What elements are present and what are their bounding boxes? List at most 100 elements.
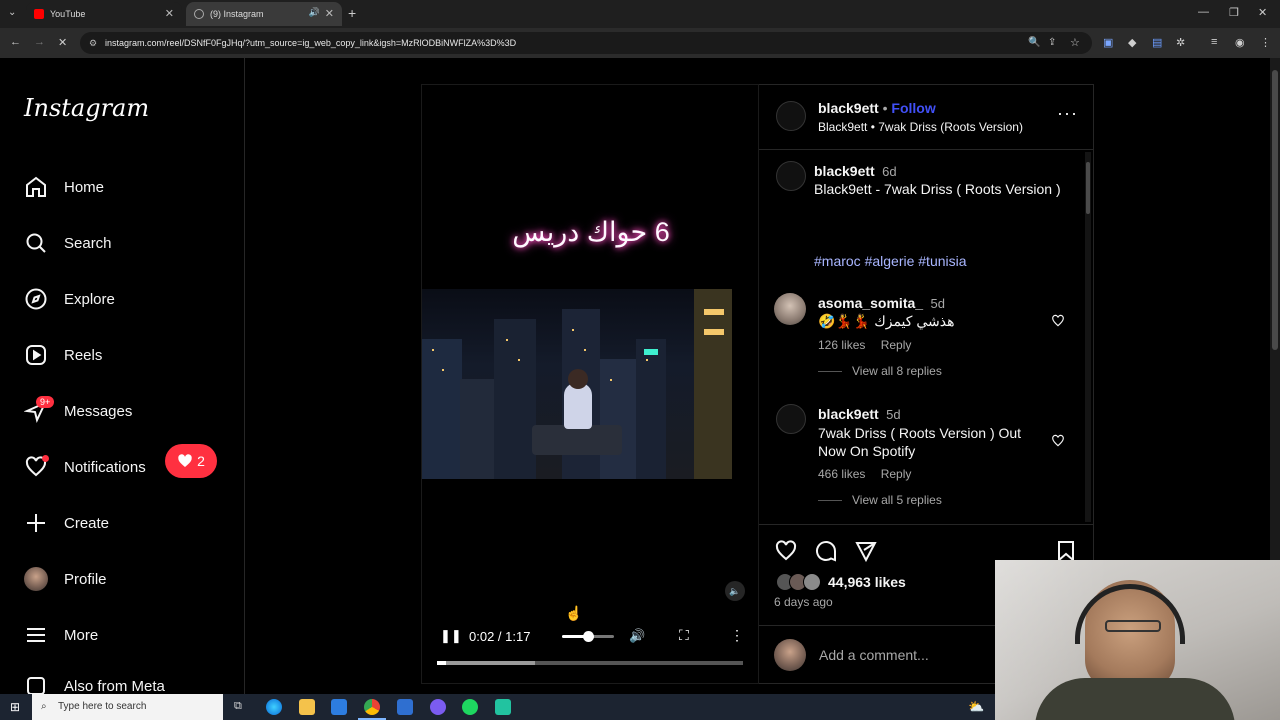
extension-icon[interactable]: ◆ [1128, 36, 1136, 49]
follow-button[interactable]: Follow [891, 100, 935, 116]
minimize-icon[interactable]: — [1198, 6, 1209, 18]
sidebar-item-search[interactable]: Search [24, 229, 112, 257]
fullscreen-icon[interactable]: ⛶ [679, 627, 689, 644]
sidebar-item-profile[interactable]: Profile [24, 565, 107, 593]
close-tab-icon[interactable]: ✕ [325, 7, 334, 20]
windows-start-icon[interactable]: ⊞ [10, 700, 20, 714]
sidebar: Instagram Home Search Explore Reels Mess… [0, 58, 245, 695]
audio-track-link[interactable]: Black9ett • 7wak Driss (Roots Version) [818, 120, 1023, 134]
sidebar-item-label: Search [64, 234, 112, 252]
store-app-icon[interactable] [331, 699, 347, 715]
close-window-icon[interactable]: ✕ [1258, 6, 1267, 19]
comment-likes[interactable]: 466 likes [818, 467, 865, 481]
heart-icon [24, 455, 49, 479]
mute-toggle-icon[interactable]: 🔈 [725, 581, 745, 601]
view-replies-button[interactable]: View all 8 replies [852, 364, 942, 378]
media-controls-icon[interactable]: ≡ [1211, 36, 1217, 48]
share-icon[interactable] [854, 539, 878, 563]
volume-slider-knob[interactable] [583, 631, 594, 642]
zoom-icon[interactable]: 🔍 [1028, 32, 1040, 54]
instagram-logo[interactable]: Instagram [24, 94, 149, 122]
author-avatar[interactable] [776, 101, 806, 131]
tab-list-icon[interactable]: ⌄ [8, 7, 16, 18]
notifications-count: 2 [197, 453, 205, 469]
app-icon[interactable] [495, 699, 511, 715]
sidebar-item-also-from-meta[interactable]: Also from Meta [24, 677, 165, 695]
tab-youtube[interactable]: YouTube ✕ [26, 2, 182, 26]
extension-icon[interactable]: ▤ [1152, 36, 1162, 49]
dj-figure [564, 383, 592, 429]
comment-actions: 126 likes Reply [818, 338, 911, 352]
bookmark-star-icon[interactable]: ☆ [1070, 32, 1080, 54]
more-options-icon[interactable]: ··· [1057, 103, 1078, 124]
audio-playing-icon[interactable]: 🔊 [309, 7, 320, 18]
site-info-icon[interactable]: ⚙ [89, 32, 97, 54]
comments-scrollbar[interactable] [1085, 152, 1091, 522]
new-tab-icon[interactable]: + [348, 5, 356, 21]
comment-username[interactable]: black9ett [818, 406, 879, 422]
weather-icon[interactable]: ⛅ [968, 699, 984, 715]
comment-username[interactable]: asoma_somita_ [818, 295, 923, 311]
spotify-app-icon[interactable] [462, 699, 478, 715]
forward-icon[interactable]: → [34, 36, 45, 48]
comment-icon[interactable] [814, 539, 838, 563]
video-frame-city-night [422, 289, 732, 479]
comments-scroll-area[interactable]: black9ett 6d Black9ett - 7wak Driss ( Ro… [759, 150, 1094, 524]
view-replies-button[interactable]: View all 5 replies [852, 493, 942, 507]
like-icon[interactable] [774, 539, 798, 563]
likes-count[interactable]: 44,963 likes [828, 574, 906, 590]
install-app-icon[interactable]: ⇪ [1048, 32, 1056, 54]
like-comment-icon[interactable] [1051, 314, 1065, 328]
sidebar-item-create[interactable]: Create [24, 509, 109, 537]
mail-app-icon[interactable] [397, 699, 413, 715]
comment-likes[interactable]: 126 likes [818, 338, 865, 352]
caption-username[interactable]: black9ett [814, 163, 875, 179]
video-options-icon[interactable]: ⋮ [730, 627, 744, 644]
browser-menu-icon[interactable]: ⋮ [1260, 36, 1271, 49]
caption-author-avatar[interactable] [776, 161, 806, 191]
meta-icon [24, 677, 48, 695]
back-icon[interactable]: ← [10, 36, 21, 48]
taskbar-search-box[interactable]: ⌕ Type here to search [32, 694, 223, 720]
comment-meta: black9ett 5d [818, 406, 901, 424]
profile-icon[interactable]: ◉ [1235, 36, 1245, 49]
sidebar-item-home[interactable]: Home [24, 173, 104, 201]
chrome-app-icon[interactable] [364, 699, 380, 715]
divider [759, 524, 1094, 525]
sidebar-item-more[interactable]: More [24, 621, 98, 649]
scrollbar-thumb[interactable] [1086, 162, 1090, 214]
stop-icon[interactable]: ✕ [58, 36, 67, 49]
sidebar-item-notifications[interactable]: Notifications [24, 453, 146, 481]
like-comment-icon[interactable] [1051, 434, 1065, 448]
reply-button[interactable]: Reply [881, 467, 912, 481]
video-progress-bar[interactable] [437, 661, 743, 665]
task-view-icon[interactable]: ⧉ [234, 700, 242, 713]
browser-tab-bar: ⌄ YouTube ✕ (9) Instagram 🔊 ✕ + — ❐ ✕ [0, 0, 1280, 28]
translate-extension-icon[interactable]: ▣ [1103, 36, 1113, 49]
close-tab-icon[interactable]: ✕ [165, 7, 174, 20]
edge-app-icon[interactable] [266, 699, 282, 715]
sidebar-item-explore[interactable]: Explore [24, 285, 115, 313]
author-username[interactable]: black9ett [818, 100, 879, 116]
caption-hashtags[interactable]: #maroc #algerie #tunisia [814, 253, 967, 269]
mouse-cursor-icon: ☝ [565, 605, 583, 621]
volume-icon[interactable]: 🔊 [629, 628, 645, 644]
sidebar-item-label: Home [64, 178, 105, 196]
page-scrollbar-thumb[interactable] [1272, 70, 1278, 350]
tab-instagram[interactable]: (9) Instagram 🔊 ✕ [186, 2, 342, 26]
address-bar[interactable]: ⚙ instagram.com/reel/DSNfF0FgJHq/?utm_so… [80, 32, 1092, 54]
pause-icon[interactable]: ❚❚ [440, 628, 462, 644]
sidebar-item-reels[interactable]: Reels [24, 341, 102, 369]
extensions-puzzle-icon[interactable]: ✲ [1176, 36, 1185, 49]
restore-icon[interactable]: ❐ [1229, 6, 1239, 19]
caption-text: Black9ett - 7wak Driss ( Roots Version ) [814, 181, 1061, 197]
reel-video-player[interactable]: 6 حواك دريس 🔈 ❚❚ 0:02 / 1:17 🔊 ⛶ ⋮ ☝ [421, 84, 759, 684]
volume-slider[interactable] [562, 631, 614, 642]
add-comment-input[interactable]: Add a comment... [819, 647, 929, 663]
commenter-avatar[interactable] [776, 404, 806, 434]
comment-age: 5d [930, 296, 945, 311]
app-icon[interactable] [430, 699, 446, 715]
file-explorer-icon[interactable] [299, 699, 315, 715]
reply-button[interactable]: Reply [881, 338, 912, 352]
commenter-avatar[interactable] [774, 293, 806, 325]
